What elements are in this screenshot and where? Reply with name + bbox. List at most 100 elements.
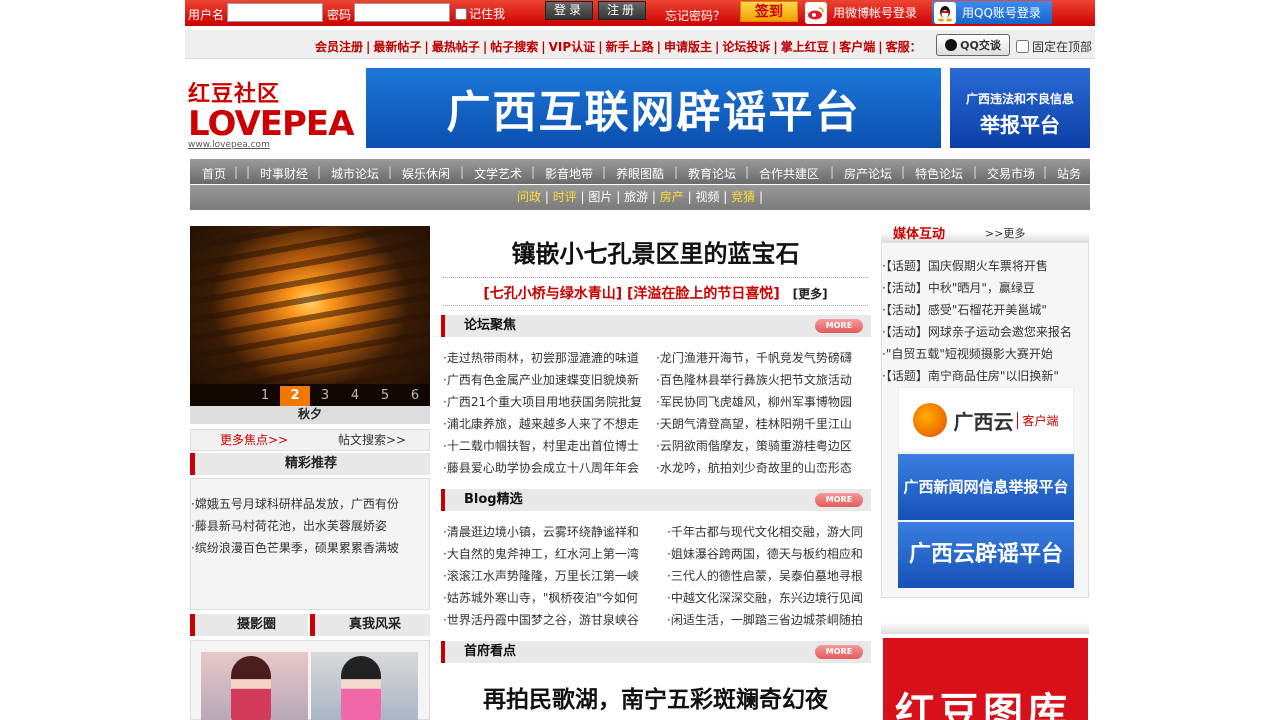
quick-link-9[interactable]: 客户端	[839, 40, 875, 54]
photo-thumbnail[interactable]	[201, 652, 308, 720]
news-report-banner[interactable]: 广西新闻网信息举报平台	[898, 454, 1074, 520]
post-search-link[interactable]: 帖文搜索>>	[338, 430, 406, 450]
subnav-item-5[interactable]: 视频	[695, 190, 719, 204]
forum-more-button[interactable]: MORE	[815, 319, 863, 333]
blog-item[interactable]: ·三代人的德性启蒙，吴泰伯墓地寻根	[667, 565, 867, 587]
forum-item[interactable]: ·军民协同飞虎雄风，柳州军事博物园	[656, 391, 856, 413]
photo-album-banner[interactable]: 红豆图库	[883, 638, 1088, 720]
quick-link-6[interactable]: 申请版主	[664, 40, 712, 54]
slider-page-6[interactable]: 6	[400, 386, 430, 406]
username-input[interactable]	[227, 3, 323, 22]
media-more-link[interactable]: >>更多	[985, 225, 1025, 241]
nav-item-0[interactable]: 首页	[202, 165, 226, 182]
forum-item[interactable]: ·水龙吟，航拍刘少奇故里的山峦形态	[656, 457, 856, 479]
forum-item[interactable]: ·浦北康养旅，越来越多人来了不想走	[443, 413, 641, 435]
blog-item[interactable]: ·清晨逛边境小镇，云雾环绕静谧祥和	[443, 521, 643, 543]
quick-link-2[interactable]: 最热帖子	[432, 40, 480, 54]
real-me-title[interactable]: 真我风采	[349, 614, 401, 636]
forum-item[interactable]: ·走过热带雨林，初尝那湿漉漉的味道	[443, 347, 641, 369]
slider-page-3[interactable]: 3	[310, 386, 340, 406]
nav-item-8[interactable]: 合作共建区	[759, 165, 819, 182]
blog-item[interactable]: ·世界活丹霞中国梦之谷，游甘泉峡谷	[443, 609, 643, 631]
recommend-item[interactable]: ·藤县新马村荷花池，出水芙蓉展娇姿	[191, 515, 429, 537]
forum-item[interactable]: ·藤县爱心助学协会成立十八周年年会	[443, 457, 641, 479]
quick-link-3[interactable]: 帖子搜索	[490, 40, 538, 54]
register-button[interactable]: 注册	[598, 1, 646, 20]
recommend-item[interactable]: ·缤纷浪漫百色芒果季，硕果累累香满坡	[191, 537, 429, 559]
rumor-platform-banner[interactable]: 广西互联网辟谣平台	[366, 68, 941, 148]
pin-top-checkbox[interactable]	[1016, 40, 1029, 53]
nav-item-2[interactable]: 城市论坛	[331, 165, 379, 182]
blog-item[interactable]: ·闲适生活，一脚踏三省边城茶峒随拍	[667, 609, 867, 631]
blog-item[interactable]: ·姐妹瀑谷跨两国，德天与板约相应和	[667, 543, 867, 565]
quick-link-7[interactable]: 论坛投诉	[722, 40, 770, 54]
media-item[interactable]: ·【活动】感受"石榴花开美邕城"	[882, 299, 1088, 321]
forum-item[interactable]: ·百色隆林县举行彝族火把节文旅活动	[656, 369, 856, 391]
slider-page-4[interactable]: 4	[340, 386, 370, 406]
nav-item-12[interactable]: 站务	[1057, 165, 1081, 182]
capital-headline[interactable]: 再拍民歌湖，南宁五彩斑斓奇幻夜	[443, 680, 868, 714]
gxcloud-app-banner[interactable]: 广西云 客户端	[898, 387, 1074, 453]
subnav-item-3[interactable]: 旅游	[624, 190, 648, 204]
sublink-more[interactable]: [更多]	[793, 287, 828, 301]
cloud-rumor-banner[interactable]: 广西云辟谣平台	[898, 522, 1074, 588]
password-input[interactable]	[354, 3, 450, 22]
forum-item[interactable]: ·广西有色金属产业加速蝶变旧貌焕新	[443, 369, 641, 391]
quick-link-8[interactable]: 掌上红豆	[781, 40, 829, 54]
blog-item[interactable]: ·大自然的鬼斧神工，红水河上第一湾	[443, 543, 643, 565]
real-me-thumbnail[interactable]	[311, 652, 418, 720]
qq-chat-button[interactable]: QQ交谈	[936, 34, 1010, 56]
focus-slider-image[interactable]	[190, 226, 430, 406]
signin-button[interactable]: 签到	[740, 1, 798, 22]
report-platform-banner[interactable]: 广西违法和不良信息 举报平台	[950, 68, 1090, 148]
forum-item[interactable]: ·龙门渔港开海节，千帆竞发气势磅礴	[656, 347, 856, 369]
blog-more-button[interactable]: MORE	[815, 493, 863, 507]
quick-link-5[interactable]: 新手上路	[606, 40, 654, 54]
media-item[interactable]: ·【活动】网球亲子运动会邀您来报名	[882, 321, 1088, 343]
subnav-item-4[interactable]: 房产	[660, 190, 684, 204]
quick-link-0[interactable]: 会员注册	[315, 40, 363, 54]
slider-page-5[interactable]: 5	[370, 386, 400, 406]
nav-item-11[interactable]: 交易市场	[987, 165, 1035, 182]
photo-circle-title[interactable]: 摄影圈	[237, 614, 276, 636]
capital-more-button[interactable]: MORE	[815, 645, 863, 659]
forgot-password-link[interactable]: 忘记密码？	[665, 7, 725, 24]
sublink-2[interactable]: [洋溢在脸上的节日喜悦]	[627, 286, 780, 302]
blog-item[interactable]: ·中越文化深深交融，东兴边境行见闻	[667, 587, 867, 609]
slider-caption[interactable]: 秋夕	[190, 406, 430, 424]
subnav-item-0[interactable]: 问政	[517, 190, 541, 204]
nav-item-6[interactable]: 养眼图酷	[616, 165, 664, 182]
nav-item-1[interactable]: 时事财经	[260, 165, 308, 182]
quick-link-1[interactable]: 最新帖子	[373, 40, 421, 54]
media-item[interactable]: ·【话题】南宁商品住房"以旧换新"	[882, 365, 1088, 387]
nav-item-10[interactable]: 特色论坛	[915, 165, 963, 182]
site-logo[interactable]: 红豆社区 LOVEPEA www.lovepea.com	[188, 76, 354, 150]
sublink-1[interactable]: [七孔小桥与绿水青山]	[483, 286, 622, 302]
remember-me[interactable]: 记住我	[455, 5, 505, 22]
subnav-item-1[interactable]: 时评	[553, 190, 577, 204]
nav-item-9[interactable]: 房产论坛	[844, 165, 892, 182]
qq-login-button[interactable]: 用QQ账号登录	[932, 1, 1052, 24]
quick-link-4[interactable]: VIP认证	[549, 40, 596, 54]
subnav-item-2[interactable]: 图片	[588, 190, 612, 204]
nav-item-3[interactable]: 娱乐休闲	[402, 165, 450, 182]
media-item[interactable]: ·【话题】国庆假期火车票将开售	[882, 255, 1088, 277]
forum-item[interactable]: ·十二载巾帼扶智，村里走出首位博士	[443, 435, 641, 457]
nav-item-4[interactable]: 文学艺术	[474, 165, 522, 182]
forum-item[interactable]: ·云阴欲雨偕摩友，策骑重游桂粤边区	[656, 435, 856, 457]
recommend-item[interactable]: ·嫦娥五号月球科研样品发放，广西有份	[191, 493, 429, 515]
top-headline[interactable]: 镶嵌小七孔景区里的蓝宝石	[443, 234, 868, 269]
media-item[interactable]: ·"自贸五载"短视频摄影大赛开始	[882, 343, 1088, 365]
login-button[interactable]: 登录	[545, 1, 593, 20]
slider-page-1[interactable]: 1	[250, 386, 280, 406]
blog-item[interactable]: ·千年古都与现代文化相交融，游大同	[667, 521, 867, 543]
nav-item-5[interactable]: 影音地带	[545, 165, 593, 182]
blog-item[interactable]: ·姑苏城外寒山寺，"枫桥夜泊"今如何	[443, 587, 643, 609]
slider-page-2[interactable]: 2	[280, 386, 310, 406]
blog-item[interactable]: ·滚滚江水声势隆隆，万里长江第一峡	[443, 565, 643, 587]
forum-item[interactable]: ·广西21个重大项目用地获国务院批复	[443, 391, 641, 413]
subnav-item-6[interactable]: 竞猜	[731, 190, 755, 204]
pin-top-toggle[interactable]: 固定在顶部	[1016, 38, 1092, 55]
media-item[interactable]: ·【活动】中秋"晒月"，赢绿豆	[882, 277, 1088, 299]
weibo-login-button[interactable]: 用微博帐号登录	[805, 1, 925, 24]
